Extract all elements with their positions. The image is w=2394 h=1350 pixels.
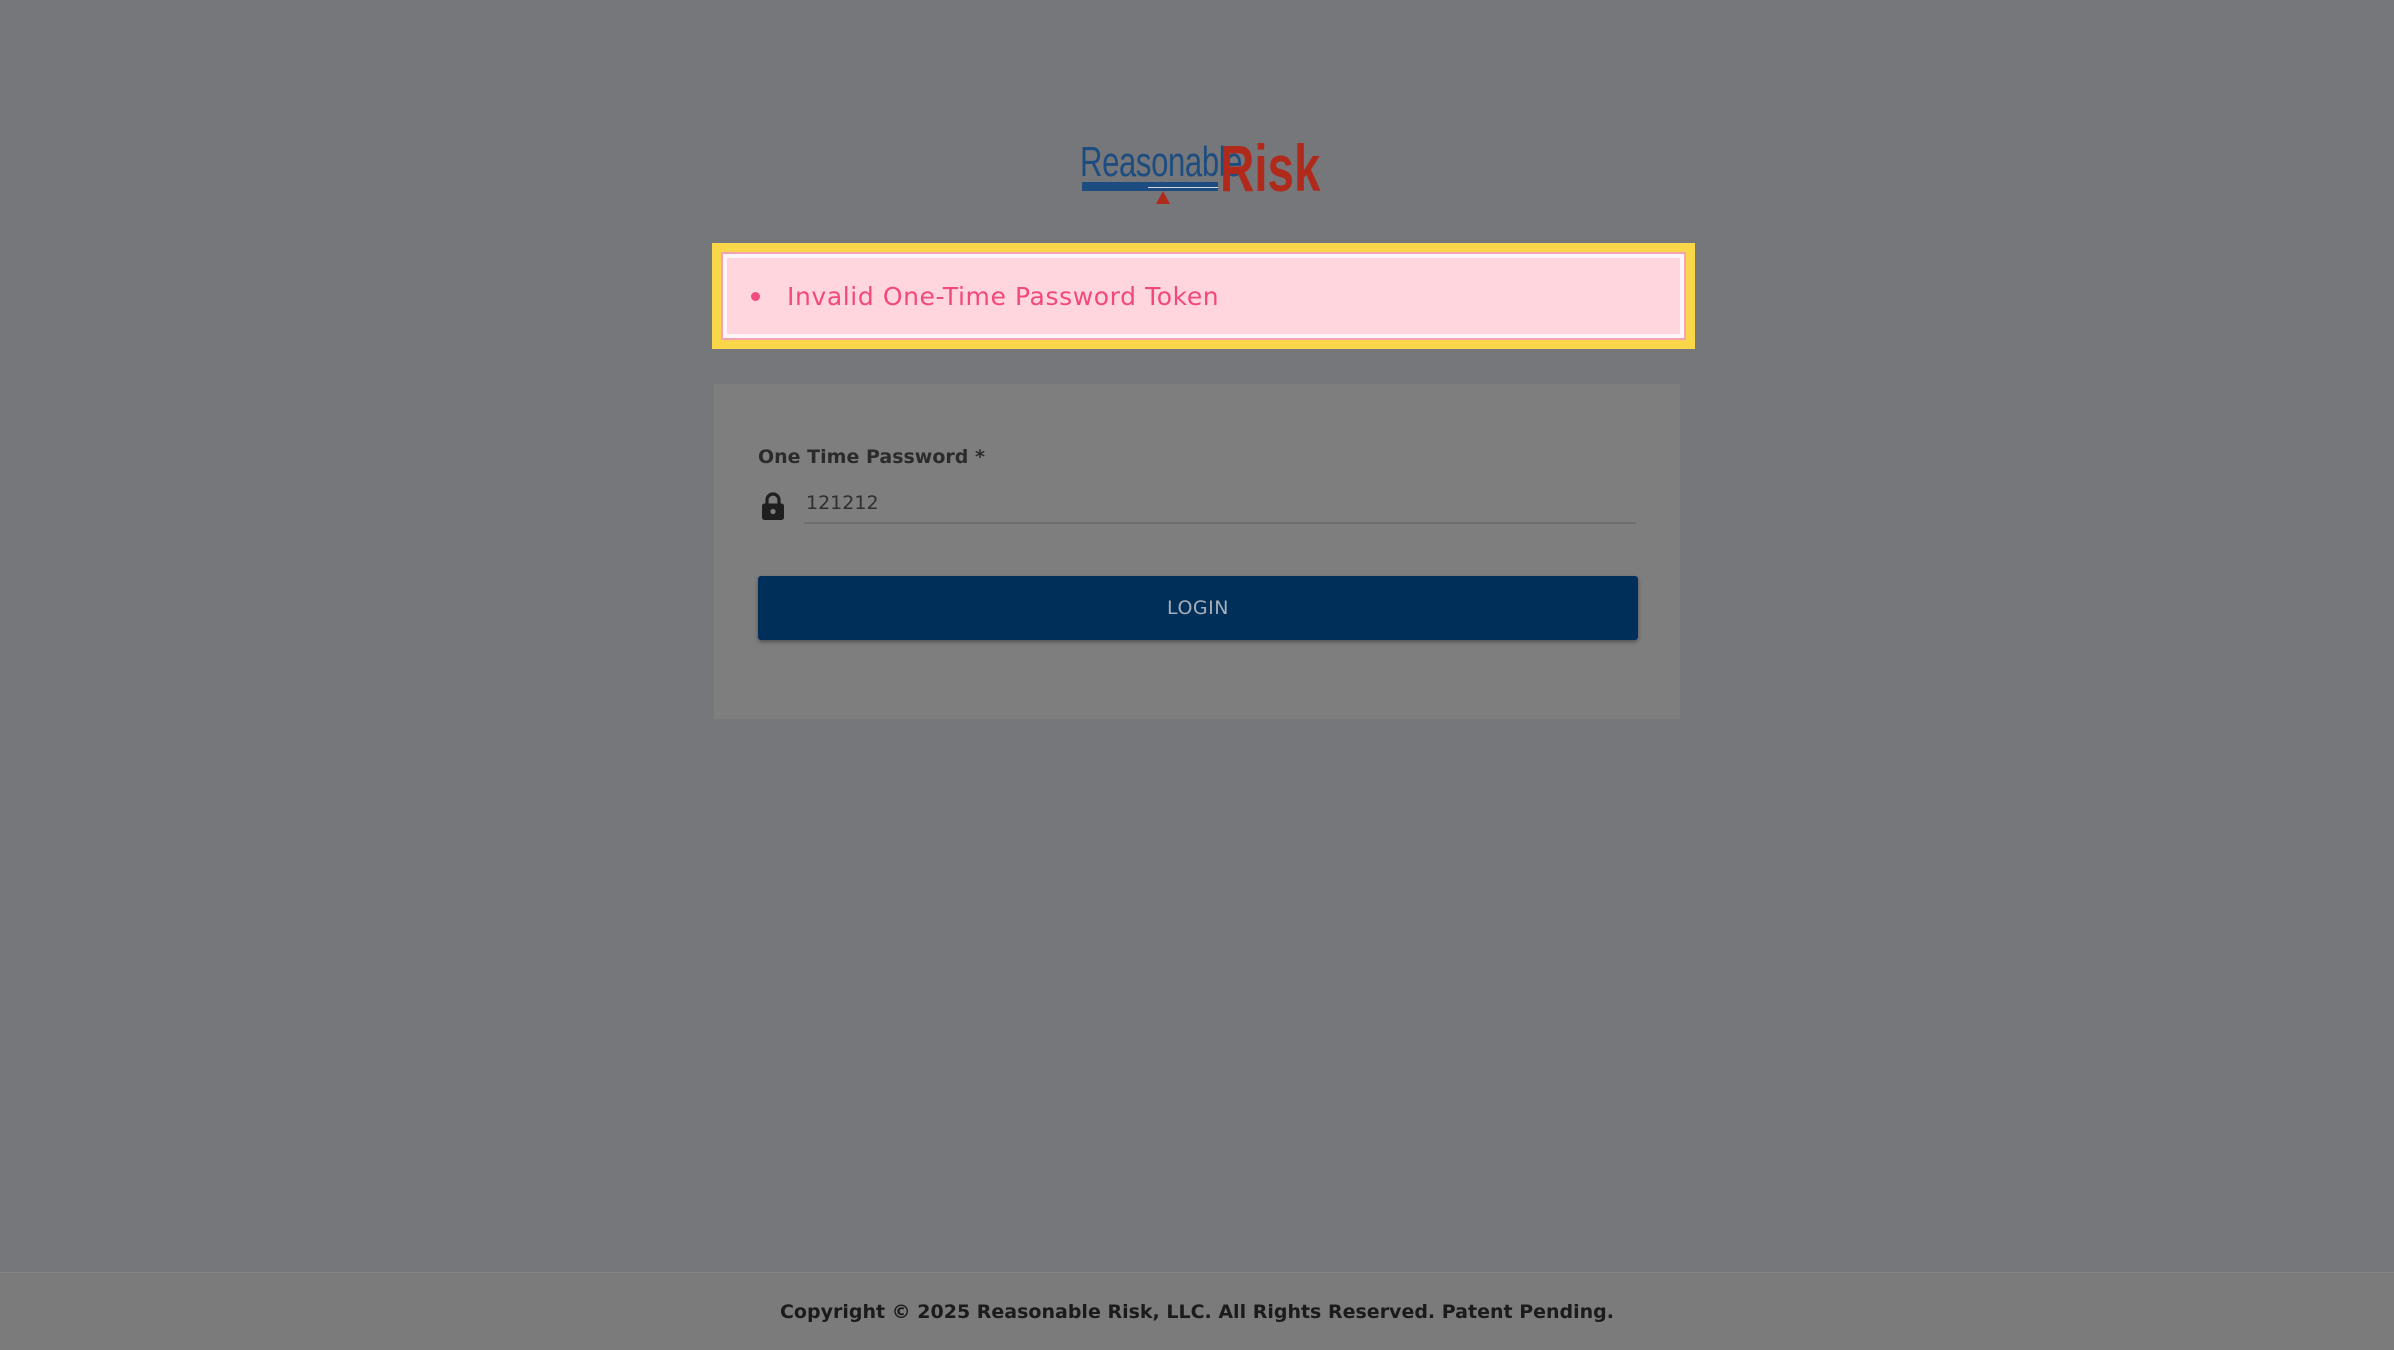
error-alert: Invalid One-Time Password Token <box>721 252 1686 340</box>
otp-input[interactable] <box>804 484 1636 524</box>
otp-field-label: One Time Password * <box>758 446 985 468</box>
error-message: Invalid One-Time Password Token <box>787 281 1220 311</box>
footer: Copyright © 2025 Reasonable Risk, LLC. A… <box>0 1272 2394 1350</box>
logo-word-reasonable: Reasonable <box>1080 138 1243 185</box>
logo-scale-bar-fill <box>1082 187 1148 188</box>
lock-icon <box>762 492 784 520</box>
logo-scale-bar <box>1082 182 1218 191</box>
alert-highlight-frame: Invalid One-Time Password Token <box>712 243 1695 349</box>
bullet-icon <box>751 291 760 301</box>
login-card: One Time Password * LOGIN <box>714 384 1680 719</box>
login-button[interactable]: LOGIN <box>758 576 1638 640</box>
reasonable-risk-logo: Reasonable Risk <box>1080 130 1320 205</box>
copyright-text: Copyright © 2025 Reasonable Risk, LLC. A… <box>779 1300 1614 1323</box>
logo-fulcrum-triangle <box>1156 191 1170 204</box>
logo-word-risk: Risk <box>1220 131 1321 205</box>
otp-login-page: Reasonable Risk Invalid One-Time Passwor… <box>0 0 2394 1350</box>
